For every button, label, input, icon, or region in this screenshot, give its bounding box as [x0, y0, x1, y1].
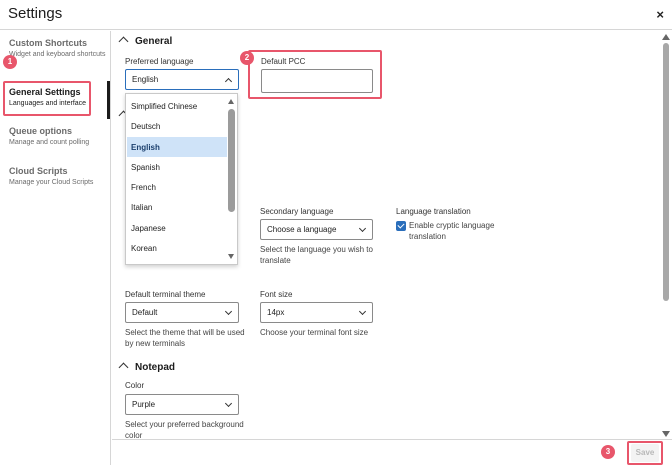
- close-icon[interactable]: ×: [656, 7, 664, 22]
- dropdown-option-selected[interactable]: English: [127, 137, 227, 157]
- highlight-box-general-settings: [3, 81, 91, 116]
- chevron-up-icon: [118, 36, 129, 47]
- sidebar-item-label: Custom Shortcuts: [9, 38, 88, 48]
- cryptic-translation-checkbox[interactable]: [396, 221, 406, 231]
- chevron-up-icon: [224, 77, 233, 86]
- select-value: 14px: [267, 308, 285, 317]
- secondary-language-help: Select the language you wish to translat…: [260, 245, 373, 265]
- dropdown-option[interactable]: Deutsch: [127, 116, 227, 136]
- notepad-color-label: Color: [125, 381, 145, 390]
- font-size-select[interactable]: 14px: [260, 302, 373, 323]
- section-title: Notepad: [135, 362, 175, 373]
- scroll-down-icon[interactable]: [662, 431, 670, 437]
- chevron-down-icon: [358, 224, 367, 233]
- dropdown-option[interactable]: Japanese: [127, 218, 227, 238]
- dropdown-option[interactable]: Italian: [127, 197, 227, 217]
- chevron-down-icon: [358, 307, 367, 316]
- section-notepad-header[interactable]: Notepad: [118, 362, 175, 373]
- scroll-up-icon[interactable]: [228, 99, 234, 104]
- select-value: Default: [132, 308, 158, 317]
- section-general-header[interactable]: General: [118, 36, 173, 47]
- title-bar: Settings ×: [0, 0, 672, 30]
- select-value: English: [132, 75, 159, 84]
- language-dropdown-list[interactable]: Simplified Chinese Deutsch English Spani…: [125, 93, 238, 265]
- dialog-footer: [112, 439, 672, 465]
- chevron-down-icon: [224, 399, 233, 408]
- terminal-theme-select[interactable]: Default: [125, 302, 239, 323]
- dropdown-scrollbar-thumb[interactable]: [228, 109, 235, 212]
- sidebar-item-cloud-scripts[interactable]: Cloud Scripts Manage your Cloud Scripts: [9, 166, 107, 187]
- sidebar-item-subtitle: Widget and keyboard shortcuts: [9, 51, 106, 58]
- preferred-language-select[interactable]: English: [125, 69, 239, 90]
- secondary-language-label: Secondary language: [260, 207, 334, 216]
- dropdown-option[interactable]: Simplified Chinese: [127, 96, 227, 116]
- highlight-box-save: [627, 441, 663, 465]
- font-size-label: Font size: [260, 290, 293, 299]
- dialog-title: Settings: [8, 5, 63, 22]
- sidebar-item-queue-options[interactable]: Queue options Manage and count polling: [9, 126, 107, 147]
- step-badge-2: 2: [240, 51, 254, 65]
- notepad-color-select[interactable]: Purple: [125, 394, 239, 415]
- dropdown-option[interactable]: French: [127, 177, 227, 197]
- font-size-help: Choose your terminal font size: [260, 328, 369, 337]
- scroll-down-icon[interactable]: [228, 254, 234, 259]
- select-value: Choose a language: [267, 225, 337, 234]
- sidebar-item-subtitle: Manage and count polling: [9, 139, 90, 146]
- content-scrollbar[interactable]: [659, 31, 672, 439]
- language-translation-label: Language translation: [396, 207, 471, 216]
- dropdown-option[interactable]: Spanish: [127, 157, 227, 177]
- sidebar-item-label: Cloud Scripts: [9, 166, 68, 176]
- sidebar-item-label: Queue options: [9, 126, 72, 136]
- highlight-box-default-pcc: [248, 50, 382, 99]
- notepad-color-help: Select your preferred background color: [125, 420, 244, 439]
- preferred-language-label: Preferred language: [125, 57, 194, 66]
- terminal-theme-label: Default terminal theme: [125, 290, 206, 299]
- scrollbar-thumb[interactable]: [663, 43, 669, 301]
- chevron-up-icon: [118, 362, 129, 373]
- step-badge-3: 3: [601, 445, 615, 459]
- active-nav-indicator: [107, 81, 110, 119]
- section-title: General: [135, 36, 173, 47]
- secondary-language-select[interactable]: Choose a language: [260, 219, 373, 240]
- sidebar-item-custom-shortcuts[interactable]: Custom Shortcuts Widget and keyboard sho…: [9, 38, 107, 59]
- step-badge-1: 1: [3, 55, 17, 69]
- dropdown-option[interactable]: Korean: [127, 238, 227, 258]
- chevron-down-icon: [224, 307, 233, 316]
- terminal-theme-help: Select the theme that will be used by ne…: [125, 328, 245, 348]
- select-value: Purple: [132, 400, 156, 409]
- cryptic-translation-checkbox-label[interactable]: Enable cryptic language translation: [409, 220, 521, 242]
- sidebar-item-subtitle: Manage your Cloud Scripts: [9, 179, 94, 186]
- scroll-up-icon[interactable]: [662, 34, 670, 40]
